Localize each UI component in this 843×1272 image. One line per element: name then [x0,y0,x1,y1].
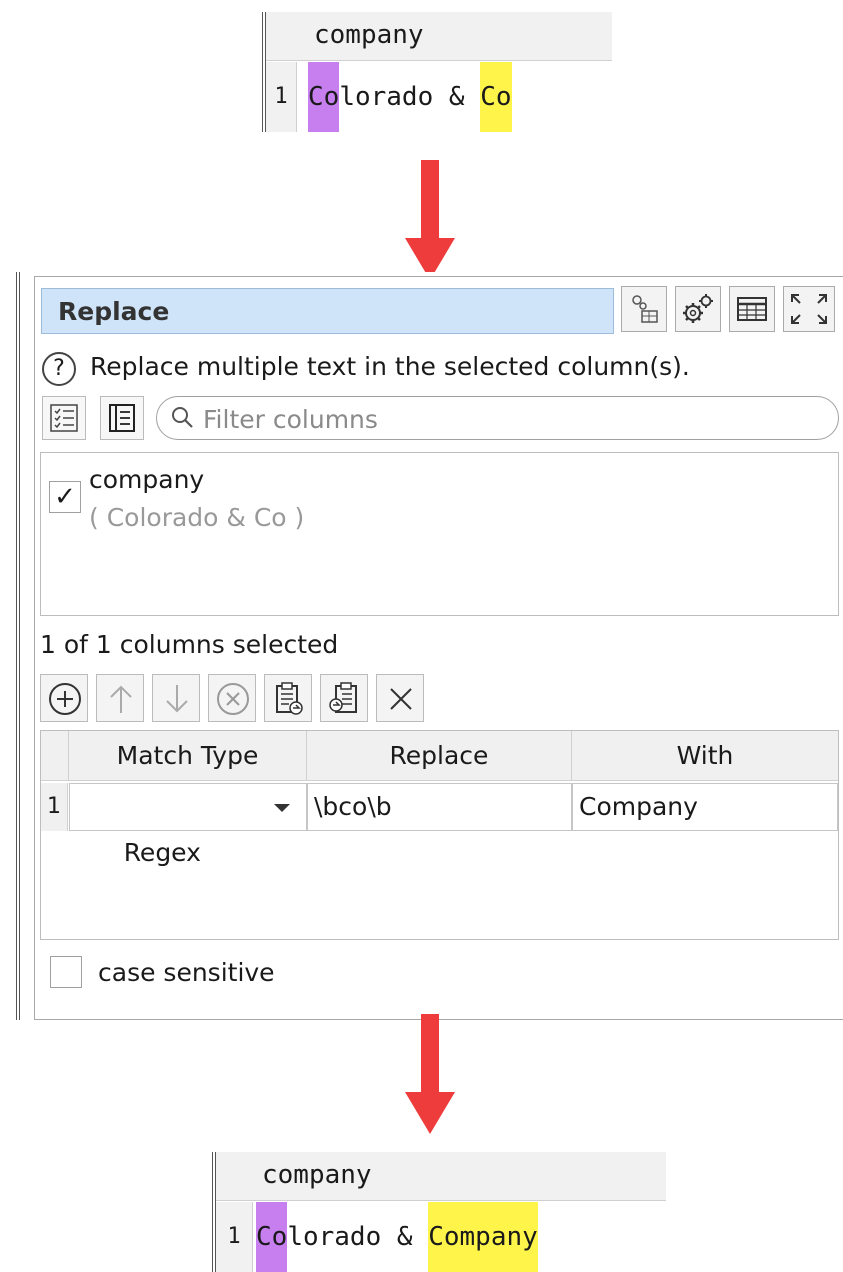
settings-button[interactable] [675,286,721,332]
move-down-icon [166,685,188,713]
add-icon [49,683,81,715]
replace-pattern-cell[interactable]: \bco\b [307,783,572,831]
before-table-row: 1 Colorado & Co [266,62,612,132]
replace-panel: Replace ? Replace multiple text in the s… [16,272,843,1020]
with-value-cell[interactable]: Company [572,783,838,831]
fullscreen-icon [791,294,827,324]
move-up-button[interactable] [96,674,144,722]
list-view-button[interactable] [100,396,144,440]
after-replacement-highlight: Company [428,1202,538,1272]
selected-count: 1 of 1 columns selected [40,630,339,659]
replace-rules-table: Match Type Replace With 1 Regex \bco\b C… [40,730,839,940]
select-all-button[interactable] [42,396,86,440]
before-match-highlight-2: Co [480,62,512,132]
copy-button[interactable] [320,674,368,722]
fullscreen-button[interactable] [783,286,835,332]
after-table-row: 1 Colorado & Company [216,1202,666,1272]
clear-icon [390,688,412,710]
remove-row-button[interactable] [208,674,256,722]
table-view-button[interactable] [729,286,775,332]
add-row-button[interactable] [40,674,88,722]
column-name: company [89,465,205,494]
after-column-header: company [262,1160,372,1190]
with-header[interactable]: With [572,731,838,781]
paste-button[interactable] [264,674,312,722]
before-table: company 1 Colorado & Co [262,12,612,132]
after-table-header: company [216,1152,666,1201]
paste-icon [276,682,303,715]
filter-columns-input[interactable] [201,403,805,435]
column-list: ✓ company ( Colorado & Co ) [40,452,839,616]
help-icon[interactable]: ? [42,352,76,386]
checklist-icon [50,404,78,432]
after-cell-text: lorado & [287,1222,429,1252]
filter-columns-field[interactable] [156,396,839,440]
before-column-header: company [314,20,424,50]
match-type-value: Regex [123,838,201,867]
down-arrow-icon [405,160,455,282]
copy-icon [329,682,357,713]
dropdown-arrow-icon [274,804,290,812]
column-preview: ( Colorado & Co ) [89,503,305,532]
after-table: company 1 Colorado & Company [212,1152,666,1272]
column-link-button[interactable] [621,286,667,332]
settings-icon [683,294,713,323]
case-sensitive-label: case sensitive [98,958,275,987]
list-icon [109,404,135,432]
down-arrow-icon [405,1014,455,1136]
after-row-number: 1 [216,1202,253,1272]
before-row-number: 1 [266,62,297,132]
row-number-header [41,731,69,781]
clear-button[interactable] [376,674,424,722]
table-row-number: 1 [41,783,68,831]
case-sensitive-checkbox[interactable] [50,956,82,988]
match-type-dropdown[interactable]: Regex [69,783,307,867]
after-cell: Colorado & Company [256,1202,538,1272]
before-cell: Colorado & Co [308,62,512,132]
move-down-button[interactable] [152,674,200,722]
before-cell-text: lorado & [339,82,481,112]
column-link-icon [632,295,658,323]
match-type-header[interactable]: Match Type [69,731,307,781]
replace-header[interactable]: Replace [307,731,572,781]
search-icon [172,407,193,428]
column-checkbox-company[interactable]: ✓ [49,481,81,513]
move-up-icon [110,685,132,713]
panel-title: Replace [58,297,170,326]
table-icon [737,297,767,321]
after-match-highlight-1: Co [256,1202,288,1272]
before-match-highlight-1: Co [308,62,340,132]
before-table-header: company [266,12,612,61]
panel-description: Replace multiple text in the selected co… [90,352,690,381]
panel-titlebar[interactable]: Replace [41,288,614,334]
remove-icon [217,683,249,715]
